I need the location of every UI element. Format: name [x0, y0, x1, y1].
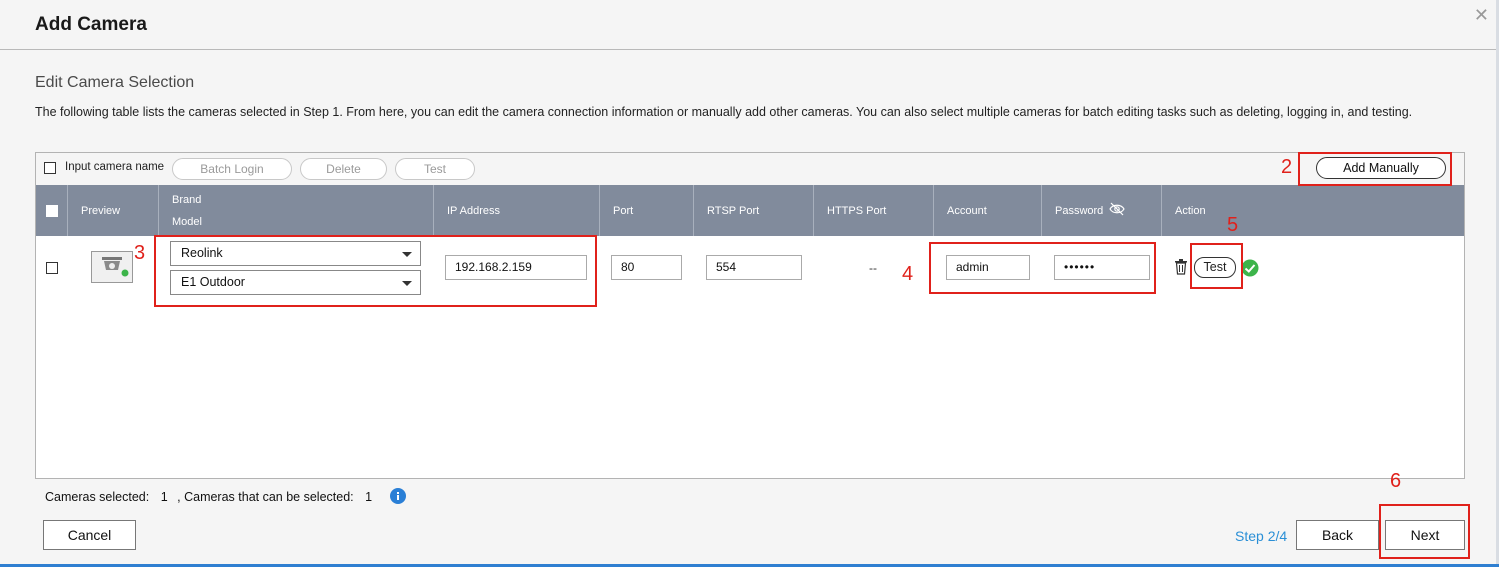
rtsp-port-input[interactable]: 554 [706, 255, 802, 280]
header-model: Model [172, 216, 202, 228]
annotation-number-2: 2 [1281, 156, 1293, 178]
step-indicator: Step 2/4 [1235, 528, 1288, 544]
port-input[interactable]: 80 [611, 255, 682, 280]
dialog-title-bar: Add Camera ✕ [0, 0, 1499, 50]
select-all-checkbox[interactable] [46, 205, 58, 217]
header-rtsp-port: RTSP Port [693, 185, 813, 236]
selection-summary: Cameras selected: 1 , Cameras that can b… [45, 490, 372, 504]
table-header: Preview Brand Model IP Address Port RTSP… [36, 185, 1464, 236]
header-password: Password [1041, 185, 1161, 236]
https-port-value: -- [869, 261, 877, 275]
annotation-number-3: 3 [134, 242, 146, 264]
section-title: Edit Camera Selection [35, 74, 195, 91]
annotation-number-5: 5 [1227, 214, 1239, 236]
annotation-number-6: 6 [1390, 470, 1402, 492]
camera-table: Input camera name Batch Login Delete Tes… [35, 152, 1465, 479]
header-brand-model: Brand Model [158, 185, 433, 236]
info-icon[interactable] [390, 488, 406, 509]
back-button[interactable]: Back [1296, 520, 1379, 550]
delete-button[interactable]: Delete [300, 158, 387, 180]
eye-slash-icon[interactable] [1109, 202, 1125, 219]
cancel-button[interactable]: Cancel [43, 520, 136, 550]
annotation-number-4: 4 [902, 263, 914, 285]
dialog-title: Add Camera [35, 14, 147, 35]
input-camera-name-checkbox[interactable] [44, 162, 56, 174]
row-checkbox[interactable] [46, 262, 58, 274]
input-camera-name-label: Input camera name [65, 161, 165, 173]
annotation-box-5 [1190, 243, 1243, 289]
trash-icon[interactable] [1174, 259, 1188, 280]
header-ip-address: IP Address [433, 185, 599, 236]
next-button[interactable]: Next [1385, 520, 1465, 550]
header-action: Action [1161, 185, 1464, 236]
header-https-port: HTTPS Port [813, 185, 933, 236]
close-icon[interactable]: ✕ [1474, 6, 1489, 24]
cameras-selected-value: 1 [160, 490, 168, 504]
table-toolbar: Input camera name Batch Login Delete Tes… [36, 153, 1464, 185]
annotation-box-3 [154, 235, 597, 307]
test-batch-button[interactable]: Test [395, 158, 475, 180]
cameras-can-select-value: 1 [365, 490, 373, 504]
header-account: Account [933, 185, 1041, 236]
description-text: The following table lists the cameras se… [35, 105, 1413, 119]
check-circle-icon [1241, 259, 1259, 282]
annotation-box-2 [1298, 152, 1452, 186]
cameras-selected-label: Cameras selected: [45, 490, 150, 504]
camera-preview [91, 251, 133, 283]
header-port: Port [599, 185, 693, 236]
camera-icon [102, 257, 129, 277]
header-preview: Preview [67, 185, 158, 236]
header-brand: Brand [172, 194, 202, 206]
annotation-box-4 [929, 242, 1156, 294]
batch-login-button[interactable]: Batch Login [172, 158, 292, 180]
cameras-can-select-label: , Cameras that can be selected: [177, 490, 354, 504]
